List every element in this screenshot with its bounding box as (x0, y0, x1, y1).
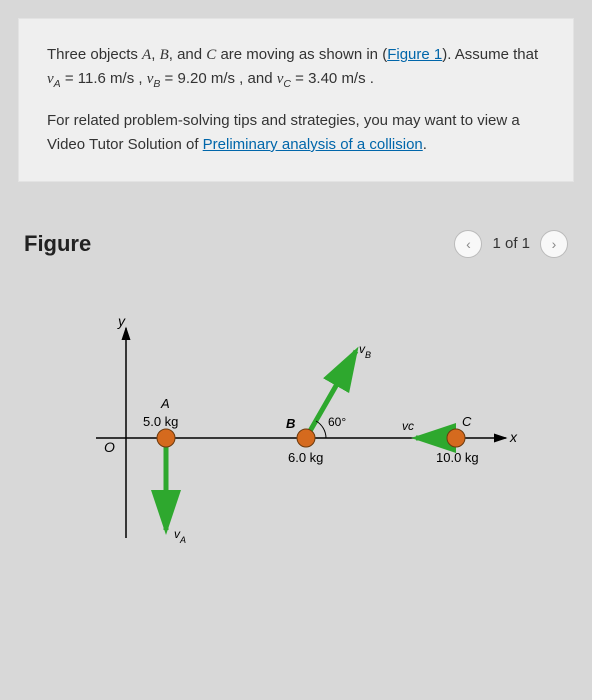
figure-area: y x O A 5.0 kg vA B 6.0 kg 60° vB C 10.0… (18, 298, 574, 558)
pager-text: 1 of 1 (492, 235, 530, 252)
angle-arc (316, 421, 326, 438)
problem-statement: Three objects A, B, and C are moving as … (18, 18, 574, 182)
figure-header: Figure ‹ 1 of 1 › (18, 230, 574, 258)
figure-pager: ‹ 1 of 1 › (454, 230, 568, 258)
b-label: B (286, 416, 295, 431)
object-a (157, 429, 175, 447)
text: , and (169, 46, 207, 63)
mass-b-label: 6.0 kg (288, 450, 323, 465)
va-label: vA (174, 527, 186, 545)
text: = 9.20 m/s , and (160, 70, 276, 87)
problem-para-1: Three objects A, B, and C are moving as … (47, 43, 545, 93)
sub: A (54, 78, 61, 90)
c-label: C (462, 414, 472, 429)
text: ). Assume that (442, 46, 538, 63)
mass-c-label: 10.0 kg (436, 450, 479, 465)
prev-button[interactable]: ‹ (454, 230, 482, 258)
text: are moving as shown in ( (216, 46, 387, 63)
y-label: y (117, 313, 126, 329)
sub: C (283, 78, 291, 90)
origin-label: O (104, 439, 115, 455)
text: . (423, 136, 427, 153)
var: v (47, 71, 54, 87)
object-b (297, 429, 315, 447)
figure-title: Figure (24, 231, 91, 257)
text: , (151, 46, 159, 63)
text: = 3.40 m/s . (291, 70, 374, 87)
x-label: x (509, 429, 518, 445)
a-label: A (160, 396, 170, 411)
vc-label: vc (402, 419, 414, 433)
obj-a: A (142, 47, 151, 63)
angle-label: 60° (328, 415, 346, 429)
mass-a-label: 5.0 kg (143, 414, 178, 429)
obj-b: B (160, 47, 169, 63)
text: Three objects (47, 46, 142, 63)
text: = 11.6 m/s , (61, 70, 147, 87)
obj-c: C (206, 47, 216, 63)
problem-para-2: For related problem-solving tips and str… (47, 109, 545, 157)
physics-diagram: y x O A 5.0 kg vA B 6.0 kg 60° vB C 10.0… (66, 298, 526, 558)
figure-link[interactable]: Figure 1 (387, 46, 442, 63)
video-tutor-link[interactable]: Preliminary analysis of a collision (203, 136, 423, 153)
vb-label: vB (359, 342, 371, 360)
object-c (447, 429, 465, 447)
next-button[interactable]: › (540, 230, 568, 258)
